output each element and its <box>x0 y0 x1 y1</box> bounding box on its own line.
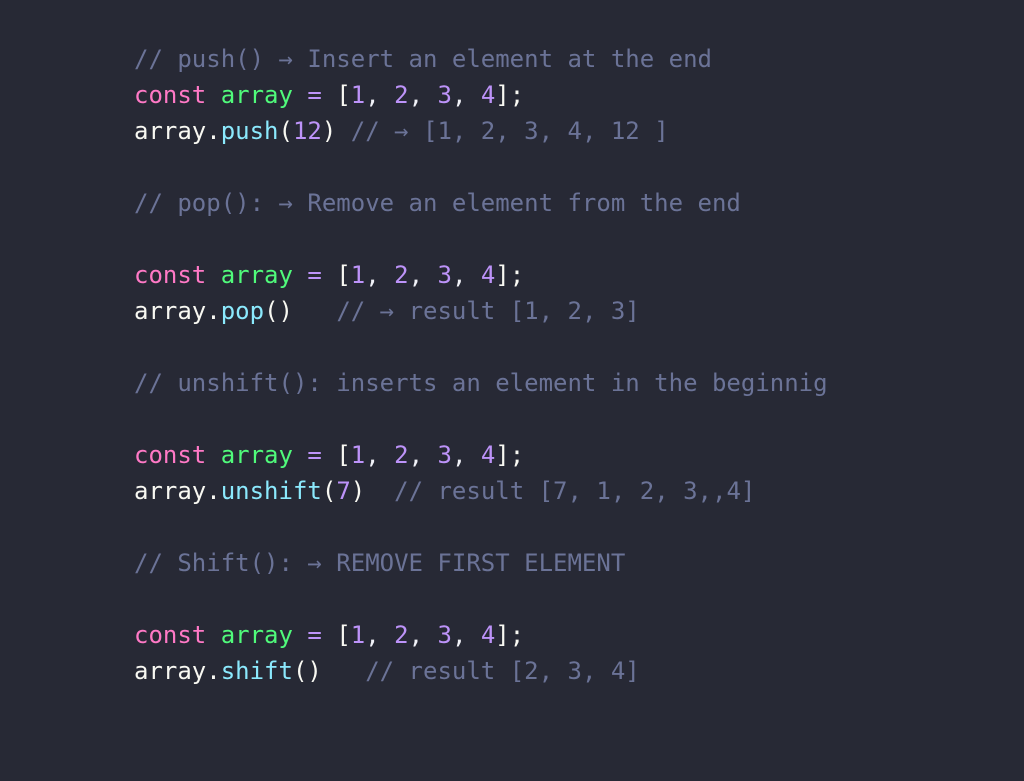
code-screenshot: // push() → Insert an element at the end… <box>0 0 1024 781</box>
call-object: array <box>134 297 207 325</box>
array-open-bracket: [ <box>336 621 351 649</box>
array-call-push: array.push(12) // → [1, 2, 3, 4, 12 ] <box>134 113 669 149</box>
assignment-operator: = <box>307 621 322 649</box>
shift-method: shift <box>220 657 293 685</box>
array-value: 4 <box>480 441 496 469</box>
array-value: 1 <box>350 81 366 109</box>
array-value: 1 <box>350 261 366 289</box>
const-keyword: const <box>134 261 207 289</box>
call-dot: . <box>206 297 221 325</box>
call-object: array <box>134 477 207 505</box>
call-object: array <box>134 657 207 685</box>
array-call-shift: array.shift() // result [2, 3, 4] <box>134 653 640 689</box>
array-value: 2 <box>394 81 409 109</box>
array-call-unshift: array.unshift(7) // result [7, 1, 2, 3,,… <box>134 473 755 509</box>
call-paren-close: ) <box>278 297 293 325</box>
call-paren-open: ( <box>264 297 279 325</box>
array-identifier: array <box>220 261 293 289</box>
call-paren-open: ( <box>321 477 337 505</box>
array-open-bracket: [ <box>336 261 351 289</box>
code-comment-shift: // Shift(): → REMOVE FIRST ELEMENT <box>134 549 626 577</box>
array-value: 3 <box>437 621 452 649</box>
array-value: 4 <box>480 261 496 289</box>
array-identifier: array <box>220 621 293 649</box>
inline-comment: // → result [1, 2, 3] <box>292 297 640 325</box>
call-paren-open: ( <box>278 117 293 145</box>
array-open-bracket: [ <box>336 81 351 109</box>
array-value: 1 <box>350 441 366 469</box>
array-call-pop: array.pop() // → result [1, 2, 3] <box>134 293 640 329</box>
assignment-operator: = <box>307 261 322 289</box>
assignment-operator: = <box>307 81 322 109</box>
array-close: ]; <box>495 261 525 289</box>
array-declaration-push: const array = [1, 2, 3, 4]; <box>134 81 525 109</box>
const-keyword: const <box>134 81 207 109</box>
array-value: 3 <box>437 81 452 109</box>
call-dot: . <box>206 117 221 145</box>
array-close: ]; <box>495 441 525 469</box>
array-declaration-pop: const array = [1, 2, 3, 4]; <box>134 261 525 289</box>
array-value: 2 <box>394 261 409 289</box>
array-declaration-shift: const array = [1, 2, 3, 4]; <box>134 621 525 649</box>
array-value: 1 <box>350 621 366 649</box>
call-object: array <box>134 117 207 145</box>
const-keyword: const <box>134 441 207 469</box>
call-paren-close: ) <box>350 477 366 505</box>
inline-comment: // result [2, 3, 4] <box>321 657 640 685</box>
pop-method: pop <box>220 297 265 325</box>
array-value: 2 <box>394 441 409 469</box>
array-close: ]; <box>495 621 525 649</box>
call-argument: 12 <box>292 117 322 145</box>
call-paren-open: ( <box>292 657 308 685</box>
array-close: ]; <box>495 81 525 109</box>
array-open-bracket: [ <box>336 441 351 469</box>
call-dot: . <box>206 477 221 505</box>
array-declaration-unshift: const array = [1, 2, 3, 4]; <box>134 441 525 469</box>
array-value: 4 <box>480 621 496 649</box>
array-identifier: array <box>220 81 293 109</box>
code-comment-push: // push() → Insert an element at the end <box>134 45 712 73</box>
array-value: 3 <box>437 261 452 289</box>
assignment-operator: = <box>307 441 322 469</box>
call-paren-close: ) <box>321 117 337 145</box>
push-method: push <box>220 117 279 145</box>
call-argument: 7 <box>336 477 351 505</box>
code-comment-unshift: // unshift(): inserts an element in the … <box>134 369 828 397</box>
array-identifier: array <box>220 441 293 469</box>
code-comment-pop: // pop(): → Remove an element from the e… <box>134 189 741 217</box>
array-value: 2 <box>394 621 409 649</box>
inline-comment: // result [7, 1, 2, 3,,4] <box>365 477 756 505</box>
array-value: 3 <box>437 441 452 469</box>
call-dot: . <box>206 657 221 685</box>
inline-comment: // → [1, 2, 3, 4, 12 ] <box>336 117 669 145</box>
call-paren-close: ) <box>307 657 322 685</box>
const-keyword: const <box>134 621 207 649</box>
unshift-method: unshift <box>220 477 322 505</box>
array-value: 4 <box>480 81 496 109</box>
